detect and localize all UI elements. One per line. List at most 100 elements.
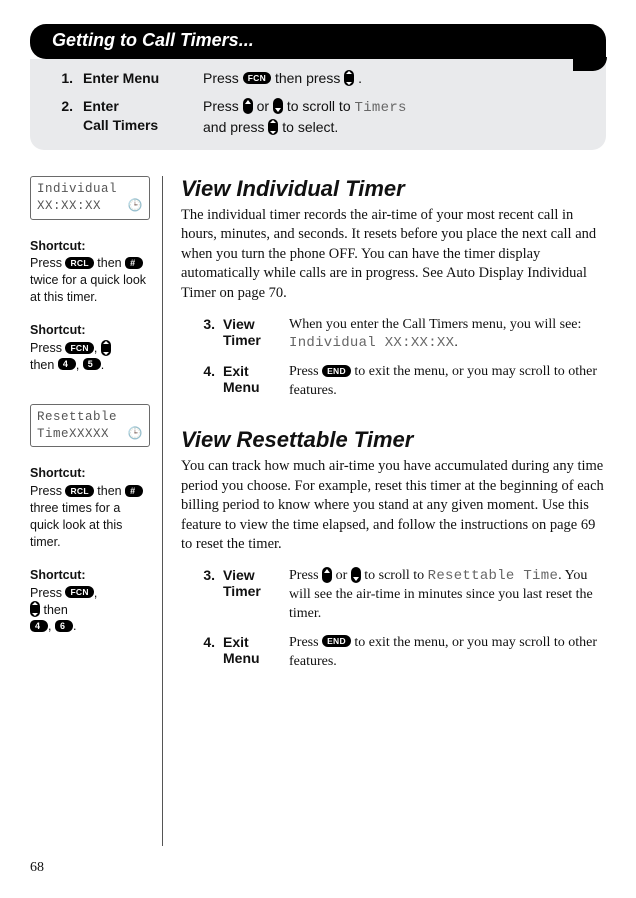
text: then press xyxy=(275,70,344,86)
text: Press xyxy=(203,70,243,86)
rcl-key-icon: RCL xyxy=(65,485,93,497)
text: Press xyxy=(30,341,65,355)
clock-icon: 🕒 xyxy=(128,198,143,214)
digit-key-icon: 4 xyxy=(30,620,48,632)
step-row: 4. Exit Menu Press END to exit the menu,… xyxy=(199,634,606,672)
digit-key-icon: 6 xyxy=(55,620,73,632)
step-number: 4. xyxy=(199,634,215,672)
step-body: Press or to scroll to Timers and press t… xyxy=(203,97,586,138)
text: Menu xyxy=(223,379,260,395)
step-body: When you enter the Call Timers menu, you… xyxy=(289,316,606,354)
step-row: 3. View Timer When you enter the Call Ti… xyxy=(199,316,606,354)
text: or xyxy=(336,568,351,583)
header-box: Getting to Call Timers... 1. Enter Menu … xyxy=(30,24,606,150)
lcd-text: XX:XX:XX xyxy=(37,199,101,213)
text: . xyxy=(358,70,362,86)
paragraph: You can track how much air-time you have… xyxy=(181,457,606,555)
shortcut-title: Shortcut: xyxy=(30,238,150,255)
text: , xyxy=(76,358,83,372)
text: . xyxy=(454,335,458,350)
step-table: 3. View Timer When you enter the Call Ti… xyxy=(199,316,606,402)
text: , xyxy=(94,586,97,600)
text: When you enter the Call Timers menu, you… xyxy=(289,317,581,332)
text: Press xyxy=(289,635,322,650)
text: Timer xyxy=(223,583,261,599)
text: then xyxy=(43,603,67,617)
step-label: Enter Menu xyxy=(83,69,193,89)
step-body: Press END to exit the menu, or you may s… xyxy=(289,634,606,672)
step-label: Exit Menu xyxy=(223,363,281,401)
step-row: 3. View Timer Press or to scroll to Rese… xyxy=(199,567,606,624)
shortcut-block: Shortcut: Press FCN, then 4, 5. xyxy=(30,322,150,374)
hash-key-icon: # xyxy=(125,257,143,269)
fcn-key-icon: FCN xyxy=(243,72,271,84)
shortcut-block: Shortcut: Press RCL then # twice for a q… xyxy=(30,238,150,307)
down-key-icon xyxy=(351,567,361,583)
text: Call Timers xyxy=(83,117,158,133)
text: to select. xyxy=(282,119,338,135)
hash-key-icon: # xyxy=(125,485,143,497)
text: View xyxy=(223,567,255,583)
step-label: Exit Menu xyxy=(223,634,281,672)
lcd-line: Resettable xyxy=(37,409,143,426)
text: twice for a quick look at this timer. xyxy=(30,273,146,304)
lcd-text: Individual XX:XX:XX xyxy=(289,335,454,351)
text: Press xyxy=(203,98,243,114)
down-key-icon xyxy=(273,98,283,114)
shortcut-block: Shortcut: Press RCL then # three times f… xyxy=(30,465,150,550)
section-title-individual: View Individual Timer xyxy=(181,176,606,202)
scroll-key-icon xyxy=(268,119,278,135)
header-title: Getting to Call Timers... xyxy=(30,24,606,59)
paragraph: The individual timer records the air-tim… xyxy=(181,206,606,304)
sidebar: Individual XX:XX:XX 🕒 Shortcut: Press RC… xyxy=(30,176,163,846)
fcn-key-icon: FCN xyxy=(65,342,93,354)
text: then xyxy=(97,256,125,270)
text: . xyxy=(101,358,104,372)
text: then xyxy=(97,484,125,498)
step-number: 3. xyxy=(199,316,215,354)
up-key-icon xyxy=(322,567,332,583)
shortcut-title: Shortcut: xyxy=(30,465,150,482)
text: to scroll to xyxy=(364,568,427,583)
header-steps: 1. Enter Menu Press FCN then press . 2. … xyxy=(30,59,606,150)
phone-display-resettable: Resettable TimeXXXXX 🕒 xyxy=(30,404,150,448)
scroll-key-icon xyxy=(30,601,40,617)
phone-display-individual: Individual XX:XX:XX 🕒 xyxy=(30,176,150,220)
rcl-key-icon: RCL xyxy=(65,257,93,269)
end-key-icon: END xyxy=(322,635,351,647)
text: Exit xyxy=(223,634,249,650)
up-key-icon xyxy=(243,98,253,114)
shortcut-block: Shortcut: Press FCN, then 4, 6. xyxy=(30,567,150,636)
header-step-2: 2. Enter Call Timers Press or to scroll … xyxy=(55,97,586,138)
lcd-line: XX:XX:XX 🕒 xyxy=(37,198,143,215)
lcd-text: Timers xyxy=(355,100,407,116)
lcd-line: TimeXXXXX 🕒 xyxy=(37,426,143,443)
section-title-resettable: View Resettable Timer xyxy=(181,427,606,453)
digit-key-icon: 4 xyxy=(58,358,76,370)
main-content: View Individual Timer The individual tim… xyxy=(163,176,606,846)
scroll-key-icon xyxy=(101,340,111,356)
step-number: 2. xyxy=(55,97,73,138)
text: . xyxy=(73,619,76,633)
step-body: Press END to exit the menu, or you may s… xyxy=(289,363,606,401)
step-body: Press FCN then press . xyxy=(203,69,586,89)
end-key-icon: END xyxy=(322,365,351,377)
text: three times for a quick look at this tim… xyxy=(30,501,122,549)
lcd-text: Resettable Time xyxy=(428,568,559,584)
scroll-key-icon xyxy=(344,70,354,86)
text: Press xyxy=(30,256,65,270)
text: Press xyxy=(30,484,65,498)
digit-key-icon: 5 xyxy=(83,358,101,370)
shortcut-title: Shortcut: xyxy=(30,567,150,584)
step-label: Enter Call Timers xyxy=(83,97,193,138)
clock-icon: 🕒 xyxy=(128,426,143,442)
fcn-key-icon: FCN xyxy=(65,586,93,598)
text: or xyxy=(257,98,273,114)
step-label: View Timer xyxy=(223,567,281,624)
step-body: Press or to scroll to Resettable Time. Y… xyxy=(289,567,606,624)
text: then xyxy=(30,358,58,372)
text: , xyxy=(48,619,55,633)
step-label: View Timer xyxy=(223,316,281,354)
text: Press xyxy=(289,568,322,583)
lcd-text: TimeXXXXX xyxy=(37,427,109,441)
